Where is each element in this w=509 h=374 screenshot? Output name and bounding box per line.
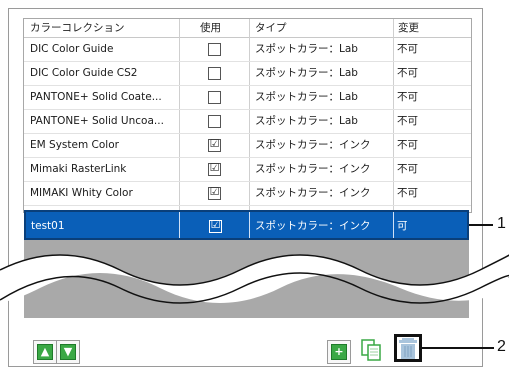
col-divider [393, 212, 394, 238]
callout-line-2 [422, 347, 494, 349]
checkmark-icon: ☑ [209, 161, 220, 174]
add-button[interactable]: + [327, 340, 351, 364]
use-checkbox[interactable]: ☑ [208, 185, 221, 200]
col-header-type[interactable]: タイプ [255, 21, 287, 35]
checkmark-icon: ☑ [209, 137, 220, 150]
col-divider [179, 212, 180, 238]
callout-line-1 [469, 224, 493, 226]
row-change: 不可 [397, 91, 418, 103]
callout-number-1: 1 [497, 215, 506, 232]
row-type: スポットカラー：インク [255, 163, 371, 175]
table-row[interactable]: DIC Color Guide スポットカラー：Lab 不可 [24, 38, 471, 62]
delete-highlight-box [394, 334, 422, 362]
row-change: 不可 [397, 139, 418, 151]
row-name: EM System Color [30, 139, 119, 151]
use-checkbox[interactable]: ☑ [208, 161, 221, 176]
omission-wave-break [0, 254, 509, 304]
use-checkbox[interactable]: ☑ [209, 218, 222, 233]
row-type: スポットカラー：インク [255, 220, 371, 232]
checkmark-icon: ☑ [209, 185, 220, 198]
row-type: スポットカラー：インク [255, 187, 371, 199]
row-name: test01 [31, 220, 65, 232]
table-row[interactable]: EM System Color ☑ スポットカラー：インク 不可 [24, 134, 471, 158]
move-down-button[interactable]: ▼ [56, 340, 80, 364]
arrow-up-icon: ▲ [37, 344, 53, 360]
table-row[interactable]: DIC Color Guide CS2 スポットカラー：Lab 不可 [24, 62, 471, 86]
use-checkbox[interactable] [208, 67, 221, 80]
use-checkbox[interactable] [208, 115, 221, 128]
col-header-collection[interactable]: カラーコレクション [30, 21, 125, 35]
checkmark-icon: ☑ [210, 218, 221, 231]
move-up-button[interactable]: ▲ [33, 340, 57, 364]
use-checkbox[interactable]: ☑ [208, 137, 221, 152]
row-type: スポットカラー：Lab [255, 115, 358, 127]
col-header-change[interactable]: 変更 [398, 21, 419, 35]
row-type: スポットカラー：Lab [255, 67, 358, 79]
row-name: PANTONE+ Solid Coate... [30, 91, 162, 103]
callout-number-2: 2 [497, 338, 506, 355]
row-change: 不可 [397, 115, 418, 127]
table-row[interactable]: PANTONE+ Solid Uncoa... スポットカラー：Lab 不可 [24, 110, 471, 134]
row-change: 可 [397, 220, 408, 232]
copy-icon [361, 339, 381, 361]
col-header-use[interactable]: 使用 [200, 21, 221, 35]
col-divider [249, 212, 250, 238]
row-change: 不可 [397, 43, 418, 55]
row-type: スポットカラー：Lab [255, 91, 358, 103]
row-change: 不可 [397, 187, 418, 199]
row-name: DIC Color Guide [30, 43, 114, 55]
row-name: DIC Color Guide CS2 [30, 67, 138, 79]
row-name: MIMAKI Whity Color [30, 187, 133, 199]
row-name: PANTONE+ Solid Uncoa... [30, 115, 164, 127]
row-change: 不可 [397, 67, 418, 79]
duplicate-button[interactable] [360, 338, 382, 361]
row-name: Mimaki RasterLink [30, 163, 127, 175]
row-type: スポットカラー：Lab [255, 43, 358, 55]
color-collection-table: カラーコレクション 使用 タイプ 変更 DIC Color Guide スポット… [23, 18, 472, 213]
plus-icon: + [331, 344, 347, 360]
table-header: カラーコレクション 使用 タイプ 変更 [24, 19, 471, 38]
use-checkbox[interactable] [208, 91, 221, 104]
table-row[interactable]: PANTONE+ Solid Coate... スポットカラー：Lab 不可 [24, 86, 471, 110]
selected-row-test01[interactable]: test01 ☑ スポットカラー：インク 可 [24, 210, 469, 240]
arrow-down-icon: ▼ [60, 344, 76, 360]
row-type: スポットカラー：インク [255, 139, 371, 151]
table-row[interactable]: MIMAKI Whity Color ☑ スポットカラー：インク 不可 [24, 182, 471, 206]
row-change: 不可 [397, 163, 418, 175]
use-checkbox[interactable] [208, 43, 221, 56]
table-row[interactable]: Mimaki RasterLink ☑ スポットカラー：インク 不可 [24, 158, 471, 182]
